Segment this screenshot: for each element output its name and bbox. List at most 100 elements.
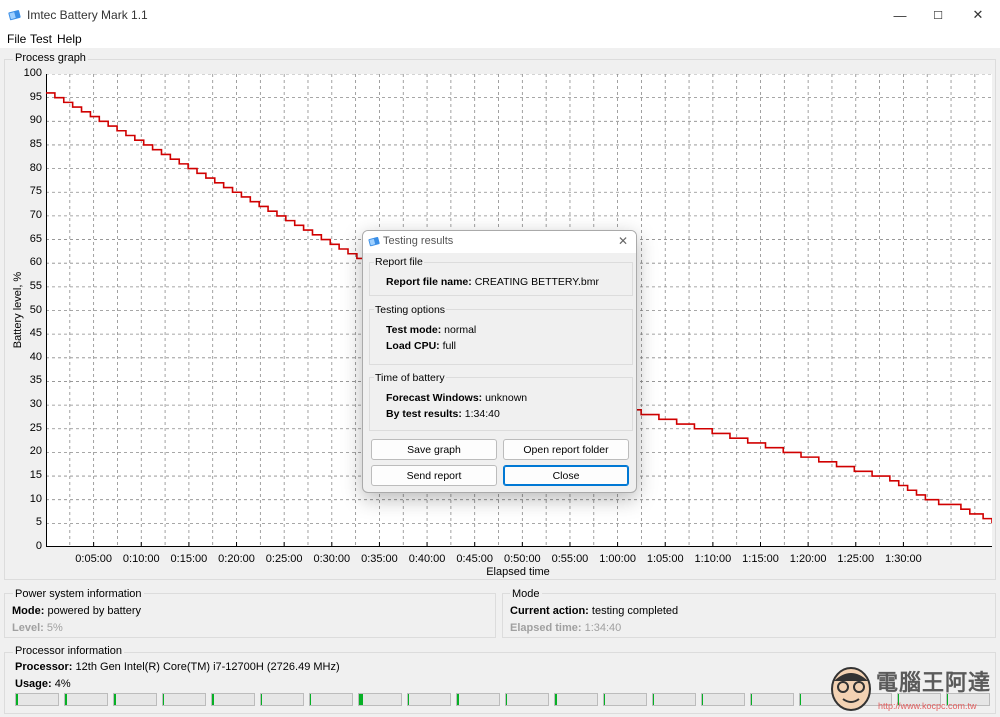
cpu-usage-field: Usage: 4% [15, 678, 71, 690]
close-icon: ✕ [972, 7, 984, 22]
elapsed-time-field: Elapsed time: 1:34:40 [510, 622, 621, 634]
report-file-name-label: Report file name: [386, 276, 472, 288]
y-tick-label: 85 [29, 137, 42, 150]
process-graph-title: Process graph [13, 52, 88, 64]
report-file-title: Report file [374, 256, 424, 268]
y-tick-label: 5 [35, 516, 42, 529]
x-tick-label: 1:30:00 [885, 553, 922, 565]
y-tick-label: 25 [29, 421, 42, 434]
y-tick-label: 95 [29, 90, 42, 103]
menu-test[interactable]: Test [30, 32, 52, 46]
cpu-core-bar [211, 693, 255, 706]
power-info-title: Power system information [13, 588, 144, 600]
forecast-windows-label: Forecast Windows: [386, 392, 483, 404]
by-test-results-value: 1:34:40 [464, 408, 500, 420]
report-file-name-value: CREATING BETTERY.bmr [474, 276, 599, 288]
cpu-core-fill [212, 694, 214, 705]
test-mode-label: Test mode: [386, 324, 442, 336]
maximize-icon: ☐ [933, 9, 943, 22]
y-tick-label: 10 [29, 492, 42, 505]
load-cpu-field: Load CPU: full [386, 340, 456, 352]
cpu-core-fill [800, 694, 801, 705]
x-tick-label: 0:55:00 [551, 553, 589, 565]
close-dialog-button[interactable]: Close [503, 465, 629, 486]
menu-bar: File Test Help [0, 30, 1000, 48]
y-tick-label: 90 [29, 114, 42, 127]
power-mode-field: Mode: powered by battery [12, 605, 141, 617]
y-tick-label: 55 [29, 279, 42, 292]
dialog-title-bar: Testing results ✕ [363, 231, 636, 253]
y-tick-label: 20 [29, 445, 42, 458]
cpu-core-bar [603, 693, 647, 706]
cpu-core-fill [457, 694, 459, 705]
y-tick-label: 75 [29, 185, 42, 198]
close-window-button[interactable]: ✕ [955, 0, 1000, 30]
cpu-core-fill [65, 694, 67, 705]
cpu-core-bar [260, 693, 304, 706]
cpu-core-fill [16, 694, 18, 705]
y-tick-label: 80 [29, 161, 42, 174]
elapsed-time-value: 1:34:40 [584, 622, 622, 634]
current-action-label: Current action: [510, 605, 589, 617]
cpu-core-fill [408, 694, 409, 705]
cpu-core-bar [554, 693, 598, 706]
watermark-text: 電腦王阿達 [876, 670, 992, 695]
test-mode-value: normal [444, 324, 477, 336]
mode-title: Mode [510, 588, 542, 600]
cpu-core-bar [15, 693, 59, 706]
menu-file[interactable]: File [7, 32, 26, 46]
cpu-core-bar [701, 693, 745, 706]
title-bar: Imtec Battery Mark 1.1 — ☐ ✕ [0, 0, 1000, 30]
window-title: Imtec Battery Mark 1.1 [27, 8, 148, 22]
processor-info-title: Processor information [13, 645, 124, 657]
by-test-results-label: By test results: [386, 408, 462, 420]
menu-help[interactable]: Help [57, 32, 82, 46]
save-graph-button[interactable]: Save graph [371, 439, 497, 460]
by-test-results-field: By test results: 1:34:40 [386, 408, 500, 420]
y-tick-label: 60 [29, 256, 42, 269]
open-report-folder-button[interactable]: Open report folder [503, 439, 629, 460]
test-mode-field: Test mode: normal [386, 324, 476, 336]
cpu-core-bar [407, 693, 451, 706]
load-cpu-label: Load CPU: [386, 340, 440, 352]
x-tick-label: 0:10:00 [122, 553, 160, 565]
x-axis-label: Elapsed time [486, 566, 550, 578]
x-tick-label: 0:45:00 [456, 553, 494, 565]
x-tick-label: 0:20:00 [218, 553, 255, 565]
cpu-core-bar [309, 693, 353, 706]
x-tick-label: 1:15:00 [742, 553, 779, 565]
x-tick-label: 1:25:00 [837, 553, 875, 565]
y-tick-label: 15 [29, 469, 42, 482]
cpu-core-fill [702, 694, 703, 705]
cpu-core-bar [113, 693, 157, 706]
cpu-core-fill [359, 694, 363, 705]
cpu-core-fill [163, 694, 164, 705]
power-level-field: Level: 5% [12, 622, 63, 634]
battery-app-icon [8, 10, 21, 21]
cpu-core-bar [358, 693, 402, 706]
power-mode-value: powered by battery [47, 605, 142, 617]
forecast-windows-field: Forecast Windows: unknown [386, 392, 527, 404]
dialog-close-icon[interactable]: ✕ [618, 234, 628, 248]
cpu-core-fill [261, 694, 262, 705]
y-axis-label: Battery level, % [12, 271, 24, 349]
y-tick-label: 100 [23, 67, 42, 79]
y-tick-label: 30 [29, 398, 42, 411]
cpu-core-bar [505, 693, 549, 706]
cpu-core-bar [64, 693, 108, 706]
power-mode-label: Mode: [12, 605, 45, 617]
power-level-label: Level: [12, 622, 44, 634]
current-action-value: testing completed [591, 605, 679, 617]
x-tick-label: 1:00:00 [599, 553, 636, 565]
elapsed-time-label: Elapsed time: [510, 622, 582, 634]
cpu-core-bar [162, 693, 206, 706]
x-tick-label: 1:20:00 [789, 553, 827, 565]
send-report-button[interactable]: Send report [371, 465, 497, 486]
y-tick-label: 50 [29, 303, 42, 316]
mascot-face-icon [831, 667, 871, 711]
testing-options-title: Testing options [374, 304, 447, 316]
dialog-title: Testing results [383, 235, 454, 247]
cpu-core-fill [653, 694, 654, 705]
cpu-core-fill [751, 694, 752, 705]
y-tick-label: 70 [29, 208, 42, 221]
